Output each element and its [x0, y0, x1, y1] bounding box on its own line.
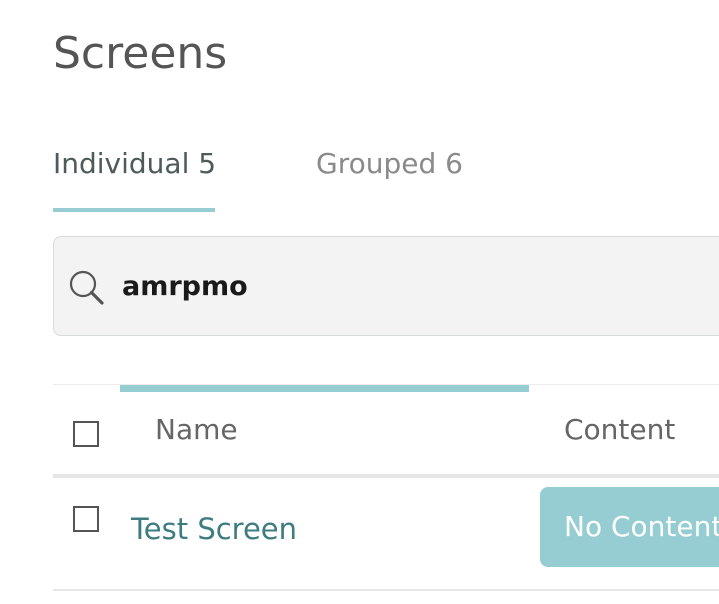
search-icon [68, 269, 106, 307]
search-bar [53, 236, 719, 336]
screen-name-link[interactable]: Test Screen [131, 510, 297, 548]
select-all-checkbox[interactable] [73, 421, 99, 447]
screens-page: Screens Individual 5 Grouped 6 Name Cont… [0, 0, 719, 604]
page-title: Screens [53, 26, 227, 82]
tab-grouped[interactable]: Grouped 6 [316, 146, 463, 182]
content-status-badge[interactable]: No Content [540, 487, 719, 567]
row-checkbox[interactable] [73, 506, 99, 532]
search-input[interactable] [122, 263, 682, 309]
active-tab-indicator [53, 208, 215, 212]
tab-individual[interactable]: Individual 5 [53, 146, 216, 182]
name-column-sort-indicator [120, 385, 529, 392]
table-header-divider [53, 474, 719, 478]
column-header-name[interactable]: Name [155, 412, 238, 448]
row-divider [53, 589, 719, 591]
column-header-content[interactable]: Content [564, 412, 675, 448]
